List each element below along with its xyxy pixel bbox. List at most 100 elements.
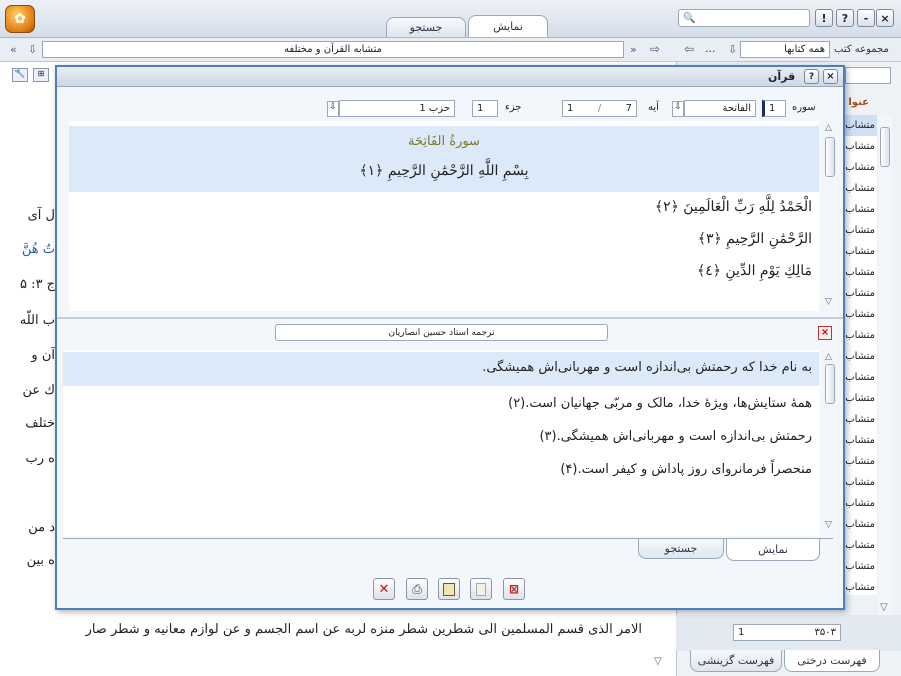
collection-select[interactable]: همه کتابها bbox=[740, 41, 830, 58]
right-list-item[interactable]: متشاب bbox=[845, 157, 877, 178]
right-list-item[interactable]: متشاب bbox=[845, 199, 877, 220]
right-list-item[interactable]: متشاب bbox=[845, 325, 877, 346]
bg-text-line: ك عن bbox=[22, 383, 56, 398]
verse-line: الْحَمْدُ لِلَّهِ رَبِّ الْعَالَمِينَ ﴿٢… bbox=[654, 199, 812, 215]
hizb-select[interactable]: حزب 1 bbox=[339, 100, 455, 117]
aya-separator: / bbox=[597, 103, 602, 114]
quran-scrollbar[interactable]: △ ▽ bbox=[823, 121, 837, 311]
surah-select[interactable]: الفاتحة bbox=[684, 100, 756, 117]
right-list-header: عنوا bbox=[848, 97, 869, 108]
bg-text-line: ه بين bbox=[26, 553, 55, 568]
page-count-value: ۳۵۰۳ bbox=[814, 627, 836, 638]
left-arrow-icon[interactable]: ⇦ bbox=[684, 42, 694, 56]
remove-note-icon: ⊠ bbox=[508, 582, 520, 596]
remove-note-button[interactable]: ⊠ bbox=[503, 578, 525, 600]
pane-splitter[interactable] bbox=[57, 317, 843, 319]
right-list-item[interactable]: متشاب bbox=[845, 115, 877, 136]
hizb-dropdown-icon[interactable]: ⇩ bbox=[327, 101, 339, 117]
translation-scroll-thumb[interactable] bbox=[825, 364, 835, 404]
print-button[interactable]: ⎙ bbox=[406, 578, 428, 600]
right-list-item[interactable]: متشاب bbox=[845, 241, 877, 262]
right-list-item[interactable]: متشاب bbox=[845, 535, 877, 556]
juz-input[interactable]: 1 bbox=[472, 100, 498, 117]
right-list-item[interactable]: متشاب bbox=[845, 388, 877, 409]
translation-line: منحصراً فرمانروای روز پاداش و کیفر است.(… bbox=[560, 462, 812, 477]
bg-text-line: ل آی bbox=[27, 208, 55, 223]
nav-down-icon[interactable]: ⇩ bbox=[28, 43, 37, 56]
view-toggle-icon[interactable]: ⊞ bbox=[33, 68, 49, 82]
translation-scrollbar[interactable]: △ ▽ bbox=[823, 350, 837, 536]
nav-back-double-icon[interactable]: » bbox=[630, 43, 637, 56]
surah-number-input[interactable]: 1 bbox=[762, 100, 786, 117]
main-scroll-down-icon[interactable]: ▽ bbox=[654, 656, 662, 667]
alert-button[interactable]: ! bbox=[815, 9, 833, 27]
wrench-icon[interactable]: 🔧 bbox=[12, 68, 28, 82]
right-list-item[interactable]: متشاب bbox=[845, 430, 877, 451]
top-search-input[interactable]: 🔍 bbox=[678, 9, 810, 27]
right-list-item[interactable]: متشاب bbox=[845, 136, 877, 157]
right-list-item[interactable]: متشاب bbox=[845, 304, 877, 325]
right-list-item[interactable]: متشاب bbox=[845, 283, 877, 304]
right-scrollbar[interactable] bbox=[878, 115, 892, 615]
quran-scroll-up-icon[interactable]: △ bbox=[825, 123, 832, 133]
translation-close-icon[interactable]: × bbox=[818, 326, 832, 340]
bg-text-line: ب اللّه bbox=[19, 313, 55, 328]
surah-dropdown-icon[interactable]: ⇩ bbox=[672, 101, 684, 117]
page-icon bbox=[476, 582, 486, 596]
right-list-item[interactable]: متشاب bbox=[845, 493, 877, 514]
juz-label: جزء bbox=[505, 102, 522, 113]
right-search-input[interactable] bbox=[845, 67, 891, 84]
tab-search-main[interactable]: جستجو bbox=[386, 17, 466, 37]
page-number-field[interactable]: 1 ۳۵۰۳ bbox=[733, 624, 841, 641]
right-list: متشاب متشاب متشاب متشاب متشاب متشاب متشاب متشاب… bbox=[845, 115, 877, 595]
dialog-tab-display[interactable]: نمایش bbox=[726, 539, 820, 561]
translation-scroll-down-icon[interactable]: ▽ bbox=[825, 520, 832, 530]
quran-scroll-thumb[interactable] bbox=[825, 137, 835, 177]
page-button[interactable] bbox=[470, 578, 492, 600]
right-list-item[interactable]: متشاب bbox=[845, 556, 877, 577]
delete-button[interactable]: ✕ bbox=[373, 578, 395, 600]
bg-text-line: د من bbox=[28, 520, 55, 535]
right-list-item[interactable]: متشاب bbox=[845, 472, 877, 493]
export-button[interactable] bbox=[438, 578, 460, 600]
close-button[interactable]: × bbox=[876, 9, 894, 27]
path-field[interactable]: متشابه القرآن و مختلفه bbox=[42, 41, 624, 58]
dialog-close-button[interactable]: × bbox=[823, 69, 838, 84]
dropdown-arrow-icon[interactable]: ⇩ bbox=[728, 43, 737, 56]
right-list-item[interactable]: متشاب bbox=[845, 262, 877, 283]
collection-label: مجموعه کتب bbox=[834, 44, 889, 55]
right-list-item[interactable]: متشاب bbox=[845, 451, 877, 472]
right-list-item[interactable]: متشاب bbox=[845, 367, 877, 388]
dialog-title: قرآن bbox=[768, 70, 796, 83]
tab-display-main[interactable]: نمایش bbox=[468, 15, 548, 37]
tab-tree-index[interactable]: فهرست درختی bbox=[784, 650, 880, 672]
bg-bottom-line: الامر الذی قسم المسلمين الی شطرين شطر من… bbox=[85, 622, 642, 637]
right-scroll-thumb[interactable] bbox=[880, 127, 890, 167]
help-button[interactable]: ? bbox=[836, 9, 854, 27]
nav-forward-icon[interactable]: « bbox=[10, 43, 17, 56]
bg-text-line: ج ۳: ۵ bbox=[19, 277, 55, 292]
go-arrow-icon[interactable]: ⇨ bbox=[650, 42, 660, 56]
right-list-item[interactable]: متشاب bbox=[845, 409, 877, 430]
surah-title: سورةُ الفَاتِحَة bbox=[408, 134, 480, 149]
bg-text-line: تٌ هُنَّ bbox=[21, 242, 55, 257]
right-list-item[interactable]: متشاب bbox=[845, 577, 877, 595]
tab-selective-index[interactable]: فهرست گزینشی bbox=[690, 650, 782, 672]
quran-scroll-down-icon[interactable]: ▽ bbox=[825, 297, 832, 307]
right-list-item[interactable]: متشاب bbox=[845, 514, 877, 535]
minimize-button[interactable]: - bbox=[857, 9, 875, 27]
aya-total: 7 bbox=[625, 103, 632, 114]
more-button[interactable]: ... bbox=[705, 42, 716, 55]
right-list-item[interactable]: متشاب bbox=[845, 220, 877, 241]
right-scroll-down-icon[interactable]: ▽ bbox=[880, 602, 888, 613]
bg-text-line: ختلف bbox=[25, 416, 55, 431]
aya-input[interactable]: 1 / 7 bbox=[562, 100, 637, 117]
dialog-tab-search[interactable]: جستجو bbox=[638, 539, 724, 559]
right-list-item[interactable]: متشاب bbox=[845, 178, 877, 199]
translation-scroll-up-icon[interactable]: △ bbox=[825, 352, 832, 362]
translator-select[interactable]: ترجمه استاد حسين انصاريان bbox=[275, 324, 608, 341]
right-list-item[interactable]: متشاب bbox=[845, 346, 877, 367]
app-logo[interactable]: ✿ bbox=[5, 5, 35, 33]
dialog-help-button[interactable]: ? bbox=[804, 69, 819, 84]
verse-line: بِسْمِ اللَّهِ الرَّحْمَٰنِ الرَّحِيمِ ﴿… bbox=[359, 163, 529, 179]
